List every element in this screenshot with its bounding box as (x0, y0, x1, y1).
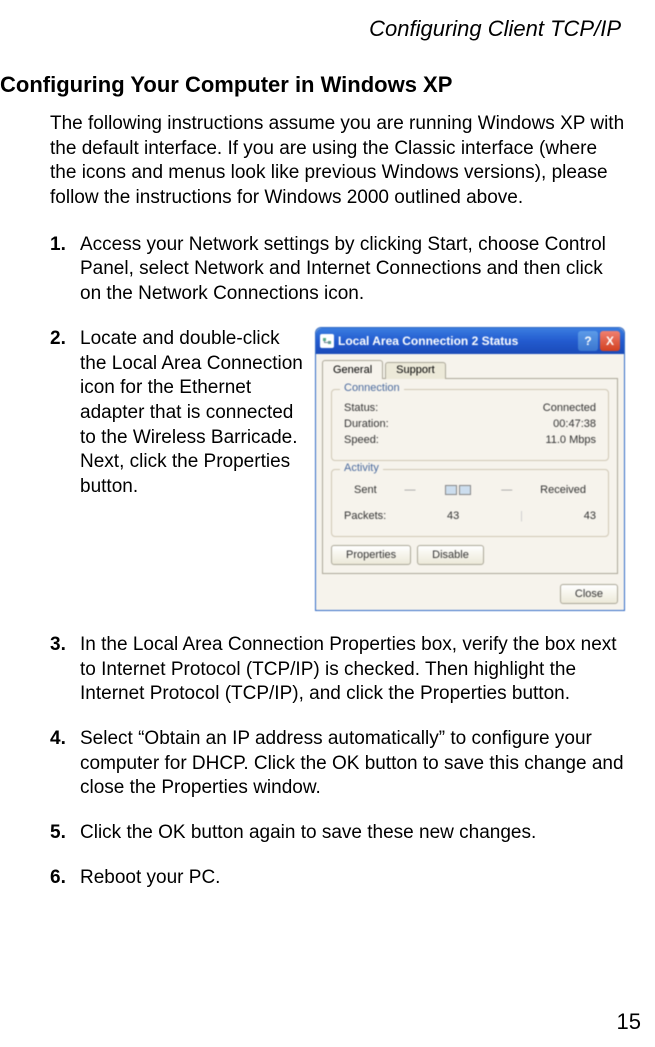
status-value: Connected (543, 402, 596, 414)
step-number: 2. (50, 327, 80, 611)
connection-legend: Connection (340, 382, 404, 394)
step-number: 6. (50, 866, 80, 891)
step-number: 5. (50, 821, 80, 846)
dash-icon: — (501, 484, 512, 496)
step-text: Click the OK button again to save these … (80, 821, 625, 846)
step-text: Access your Network settings by clicking… (80, 233, 625, 307)
activity-group: Activity Sent — — Received Packets: 43 | (331, 469, 609, 537)
step-3: 3. In the Local Area Connection Properti… (50, 633, 625, 707)
sent-label: Sent (354, 484, 377, 496)
status-label: Status: (344, 402, 378, 414)
step-text: Reboot your PC. (80, 866, 625, 891)
packets-received-value: 43 (584, 510, 596, 522)
properties-button[interactable]: Properties (331, 545, 411, 565)
step-text: Select “Obtain an IP address automatical… (80, 727, 625, 801)
intro-paragraph: The following instructions assume you ar… (50, 112, 625, 211)
step-4: 4. Select “Obtain an IP address automati… (50, 727, 625, 801)
disable-button[interactable]: Disable (417, 545, 484, 565)
step-number: 3. (50, 633, 80, 707)
close-dialog-button[interactable]: Close (560, 584, 618, 604)
running-header: Configuring Client TCP/IP (0, 16, 625, 42)
network-icon (320, 334, 334, 348)
tab-support[interactable]: Support (385, 362, 446, 379)
step-text: Locate and double-click the Local Area C… (80, 327, 307, 611)
packets-sent-value: 43 (447, 510, 459, 522)
window-title: Local Area Connection 2 Status (338, 334, 574, 348)
duration-label: Duration: (344, 418, 389, 430)
speed-label: Speed: (344, 434, 379, 446)
connection-group: Connection Status: Connected Duration: 0… (331, 389, 609, 461)
page-number: 15 (617, 1009, 641, 1035)
divider-icon: | (520, 510, 523, 522)
step-number: 4. (50, 727, 80, 801)
step-number: 1. (50, 233, 80, 307)
monitors-icon (443, 480, 473, 500)
tab-general[interactable]: General (322, 360, 383, 379)
xp-titlebar[interactable]: Local Area Connection 2 Status ? X (316, 328, 624, 354)
step-2: 2. Locate and double-click the Local Are… (50, 327, 307, 611)
help-button[interactable]: ? (578, 331, 598, 351)
close-button[interactable]: X (600, 331, 620, 351)
dash-icon: — (405, 484, 416, 496)
step-5: 5. Click the OK button again to save the… (50, 821, 625, 846)
packets-label: Packets: (344, 510, 386, 522)
xp-status-dialog: Local Area Connection 2 Status ? X Gener… (315, 327, 625, 611)
step-6: 6. Reboot your PC. (50, 866, 625, 891)
received-label: Received (540, 484, 586, 496)
activity-legend: Activity (340, 462, 383, 474)
xp-tabs: General Support (322, 360, 618, 379)
speed-value: 11.0 Mbps (545, 434, 596, 446)
duration-value: 00:47:38 (553, 418, 596, 430)
step-1: 1. Access your Network settings by click… (50, 233, 625, 307)
section-heading: Configuring Your Computer in Windows XP (0, 72, 625, 98)
step-text: In the Local Area Connection Properties … (80, 633, 625, 707)
